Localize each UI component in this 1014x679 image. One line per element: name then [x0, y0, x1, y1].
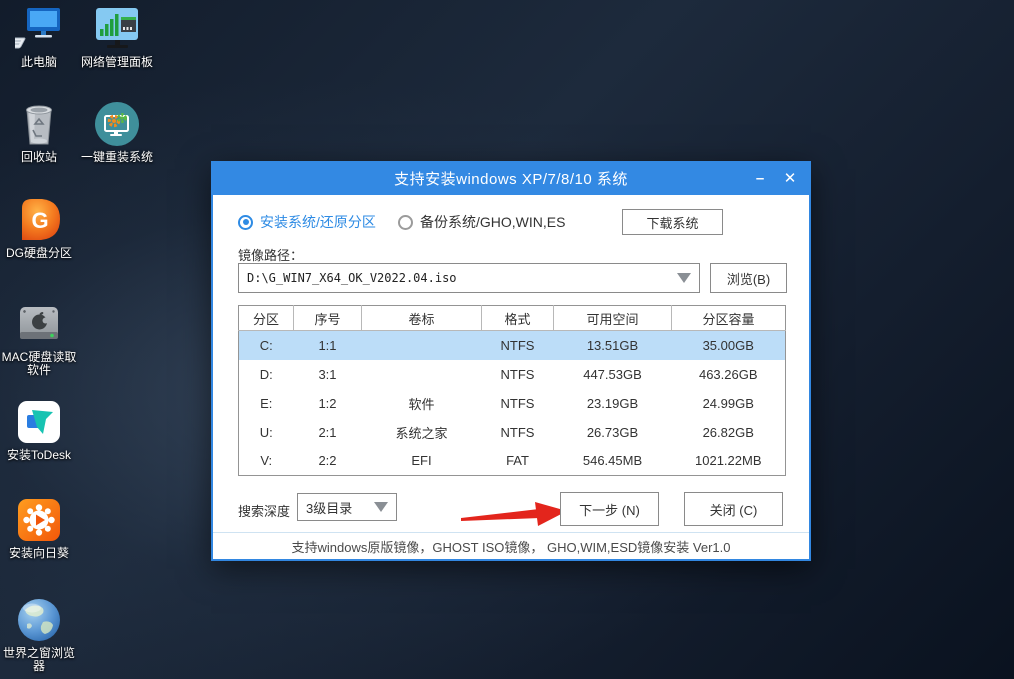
- partition-row-d[interactable]: D: 3:1 NTFS 447.53GB 463.26GB: [239, 360, 786, 389]
- radio-backup-system[interactable]: 备份系统/GHO,WIN,ES: [398, 209, 565, 235]
- column-header[interactable]: 可用空间: [554, 306, 672, 331]
- image-path-input[interactable]: D:\G_WIN7_X64_OK_V2022.04.iso: [238, 263, 700, 293]
- next-button[interactable]: 下一步 (N): [560, 492, 659, 526]
- image-path-value: D:\G_WIN7_X64_OK_V2022.04.iso: [247, 271, 457, 285]
- cell: 26.82GB: [672, 418, 786, 447]
- globe-icon: [15, 596, 63, 644]
- column-header[interactable]: 分区容量: [672, 306, 786, 331]
- cell: 23.19GB: [554, 389, 672, 418]
- cell: 26.73GB: [554, 418, 672, 447]
- radio-selected-icon: [238, 215, 253, 230]
- desktop-icon-label: DG硬盘分区: [6, 247, 72, 260]
- cell: 447.53GB: [554, 360, 672, 389]
- radio-backup-label: 备份系统/GHO,WIN,ES: [420, 212, 565, 232]
- red-arrow-annotation: [459, 497, 569, 529]
- cell: 463.26GB: [672, 360, 786, 389]
- cell: 546.45MB: [554, 447, 672, 476]
- reinstall-system-icon: [93, 100, 141, 148]
- partition-row-c[interactable]: C: 1:1 NTFS 13.51GB 35.00GB: [239, 331, 786, 360]
- dialog-titlebar[interactable]: 支持安装windows XP/7/8/10 系统 – ✕: [211, 161, 811, 195]
- cell: [362, 360, 482, 389]
- footer-text: 支持windows原版镜像，GHOST ISO镜像， GHO,WIM,ESD镜像…: [292, 537, 731, 556]
- desktop-icon-label: 回收站: [21, 151, 57, 164]
- chevron-down-icon: [374, 502, 388, 512]
- cell: NTFS: [482, 418, 554, 447]
- network-panel-icon: [93, 5, 141, 53]
- install-dialog: 支持安装windows XP/7/8/10 系统 – ✕ 安装系统/还原分区 备…: [211, 161, 811, 561]
- desktop-icon-label: 安装向日葵: [9, 547, 69, 560]
- close-button[interactable]: 关闭 (C): [684, 492, 783, 526]
- cell: [362, 331, 482, 360]
- minimize-icon[interactable]: –: [745, 161, 775, 195]
- browse-button[interactable]: 浏览(B): [710, 263, 787, 293]
- todesk-icon: [15, 398, 63, 446]
- cell: 软件: [362, 389, 482, 418]
- cell: NTFS: [482, 331, 554, 360]
- chevron-down-icon[interactable]: [677, 273, 691, 283]
- cell: 3:1: [294, 360, 362, 389]
- dialog-title: 支持安装windows XP/7/8/10 系统: [394, 168, 628, 189]
- desktop-icon-label: 世界之窗浏览器: [0, 647, 78, 673]
- cell: 1:2: [294, 389, 362, 418]
- column-header[interactable]: 分区: [239, 306, 294, 331]
- download-system-button[interactable]: 下载系统: [622, 209, 723, 235]
- search-depth-value: 3级目录: [306, 498, 352, 517]
- desktop-icon-dg-partition[interactable]: G DG硬盘分区: [0, 196, 78, 260]
- column-header[interactable]: 格式: [482, 306, 554, 331]
- partition-row-u[interactable]: U: 2:1 系统之家 NTFS 26.73GB 26.82GB: [239, 418, 786, 447]
- desktop-icon-install-sunflower[interactable]: 安装向日葵: [0, 496, 78, 560]
- cell: 1:1: [294, 331, 362, 360]
- cell: 35.00GB: [672, 331, 786, 360]
- desktop-icon-label: MAC硬盘读取软件: [0, 351, 78, 377]
- radio-install-system[interactable]: 安装系统/还原分区: [238, 209, 376, 235]
- desktop: 此电脑 网络管理面板: [0, 0, 1014, 679]
- cell: 13.51GB: [554, 331, 672, 360]
- cell: D:: [239, 360, 294, 389]
- diskgenius-icon: G: [15, 196, 63, 244]
- desktop-icon-label: 一键重装系统: [81, 151, 153, 164]
- partition-table: 分区 序号 卷标 格式 可用空间 分区容量 C: 1:1 NTFS 13.51G…: [238, 305, 786, 476]
- cell: C:: [239, 331, 294, 360]
- desktop-icon-label: 此电脑: [21, 56, 57, 69]
- search-depth-dropdown[interactable]: 3级目录: [297, 493, 397, 521]
- cell: 1021.22MB: [672, 447, 786, 476]
- cell: E:: [239, 389, 294, 418]
- cell: EFI: [362, 447, 482, 476]
- sunflower-icon: [15, 496, 63, 544]
- desktop-icon-network-panel[interactable]: 网络管理面板: [78, 5, 156, 69]
- cell: U:: [239, 418, 294, 447]
- partition-table-header: 分区 序号 卷标 格式 可用空间 分区容量: [239, 306, 786, 331]
- column-header[interactable]: 序号: [294, 306, 362, 331]
- cell: NTFS: [482, 389, 554, 418]
- desktop-icon-install-todesk[interactable]: 安装ToDesk: [0, 398, 78, 462]
- svg-text:G: G: [31, 208, 48, 233]
- desktop-icon-this-pc[interactable]: 此电脑: [0, 5, 78, 69]
- desktop-icon-one-key-reinstall[interactable]: 一键重装系统: [78, 100, 156, 164]
- desktop-icon-label: 网络管理面板: [81, 56, 153, 69]
- cell: NTFS: [482, 360, 554, 389]
- dialog-footer: 支持windows原版镜像，GHOST ISO镜像， GHO,WIM,ESD镜像…: [213, 532, 809, 559]
- search-depth-label: 搜索深度: [238, 501, 290, 520]
- cell: 2:2: [294, 447, 362, 476]
- cell: 2:1: [294, 418, 362, 447]
- image-path-label: 镜像路径：: [238, 245, 303, 264]
- desktop-icon-label: 安装ToDesk: [7, 449, 71, 462]
- desktop-icon-mac-disk-reader[interactable]: MAC硬盘读取软件: [0, 300, 78, 377]
- cell: 24.99GB: [672, 389, 786, 418]
- radio-install-label: 安装系统/还原分区: [260, 212, 376, 232]
- desktop-icon-world-window-browser[interactable]: 世界之窗浏览器: [0, 596, 78, 673]
- mac-drive-icon: [15, 300, 63, 348]
- close-icon[interactable]: ✕: [775, 161, 805, 195]
- partition-row-e[interactable]: E: 1:2 软件 NTFS 23.19GB 24.99GB: [239, 389, 786, 418]
- recycle-bin-icon: [15, 100, 63, 148]
- cell: 系统之家: [362, 418, 482, 447]
- computer-icon: [15, 5, 63, 53]
- cell: V:: [239, 447, 294, 476]
- cell: FAT: [482, 447, 554, 476]
- column-header[interactable]: 卷标: [362, 306, 482, 331]
- partition-row-v[interactable]: V: 2:2 EFI FAT 546.45MB 1021.22MB: [239, 447, 786, 476]
- radio-unselected-icon: [398, 215, 413, 230]
- desktop-icon-recycle-bin[interactable]: 回收站: [0, 100, 78, 164]
